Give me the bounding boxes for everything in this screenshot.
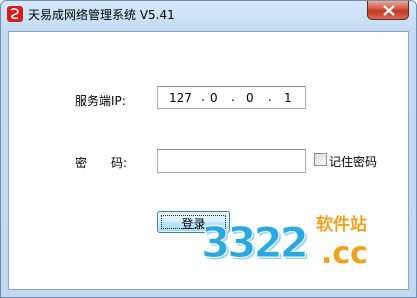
ip-octet-4[interactable]: 1: [284, 91, 292, 105]
watermark-suffix: .cc: [321, 236, 368, 271]
app-window: 天易成网络管理系统 V5.41 服务端IP: 127 . 0 . 0 . 1 密…: [0, 0, 417, 298]
title-bar[interactable]: 天易成网络管理系统 V5.41: [1, 1, 416, 31]
ip-dot-1: .: [201, 90, 205, 104]
remember-password-checkbox[interactable]: [314, 153, 327, 166]
server-ip-label: 服务端IP:: [75, 94, 126, 108]
password-label: 密 码:: [75, 156, 128, 170]
window-title: 天易成网络管理系统 V5.41: [28, 8, 175, 22]
ip-dot-3: .: [268, 90, 272, 104]
ip-octet-1[interactable]: 127: [169, 91, 192, 105]
close-icon: [383, 5, 395, 16]
app-logo-icon: [7, 6, 23, 22]
close-button[interactable]: [367, 1, 409, 20]
site-watermark: 软件站 3322 .cc: [196, 208, 410, 289]
remember-password-label[interactable]: 记住密码: [329, 153, 377, 170]
server-ip-input[interactable]: 127 . 0 . 0 . 1: [157, 86, 306, 109]
ip-octet-3[interactable]: 0: [246, 91, 254, 105]
ip-octet-2[interactable]: 0: [210, 91, 218, 105]
ip-dot-2: .: [231, 90, 235, 104]
watermark-brand: 3322: [201, 218, 310, 268]
watermark-tagline: 软件站: [316, 215, 367, 235]
password-input[interactable]: [157, 149, 306, 173]
